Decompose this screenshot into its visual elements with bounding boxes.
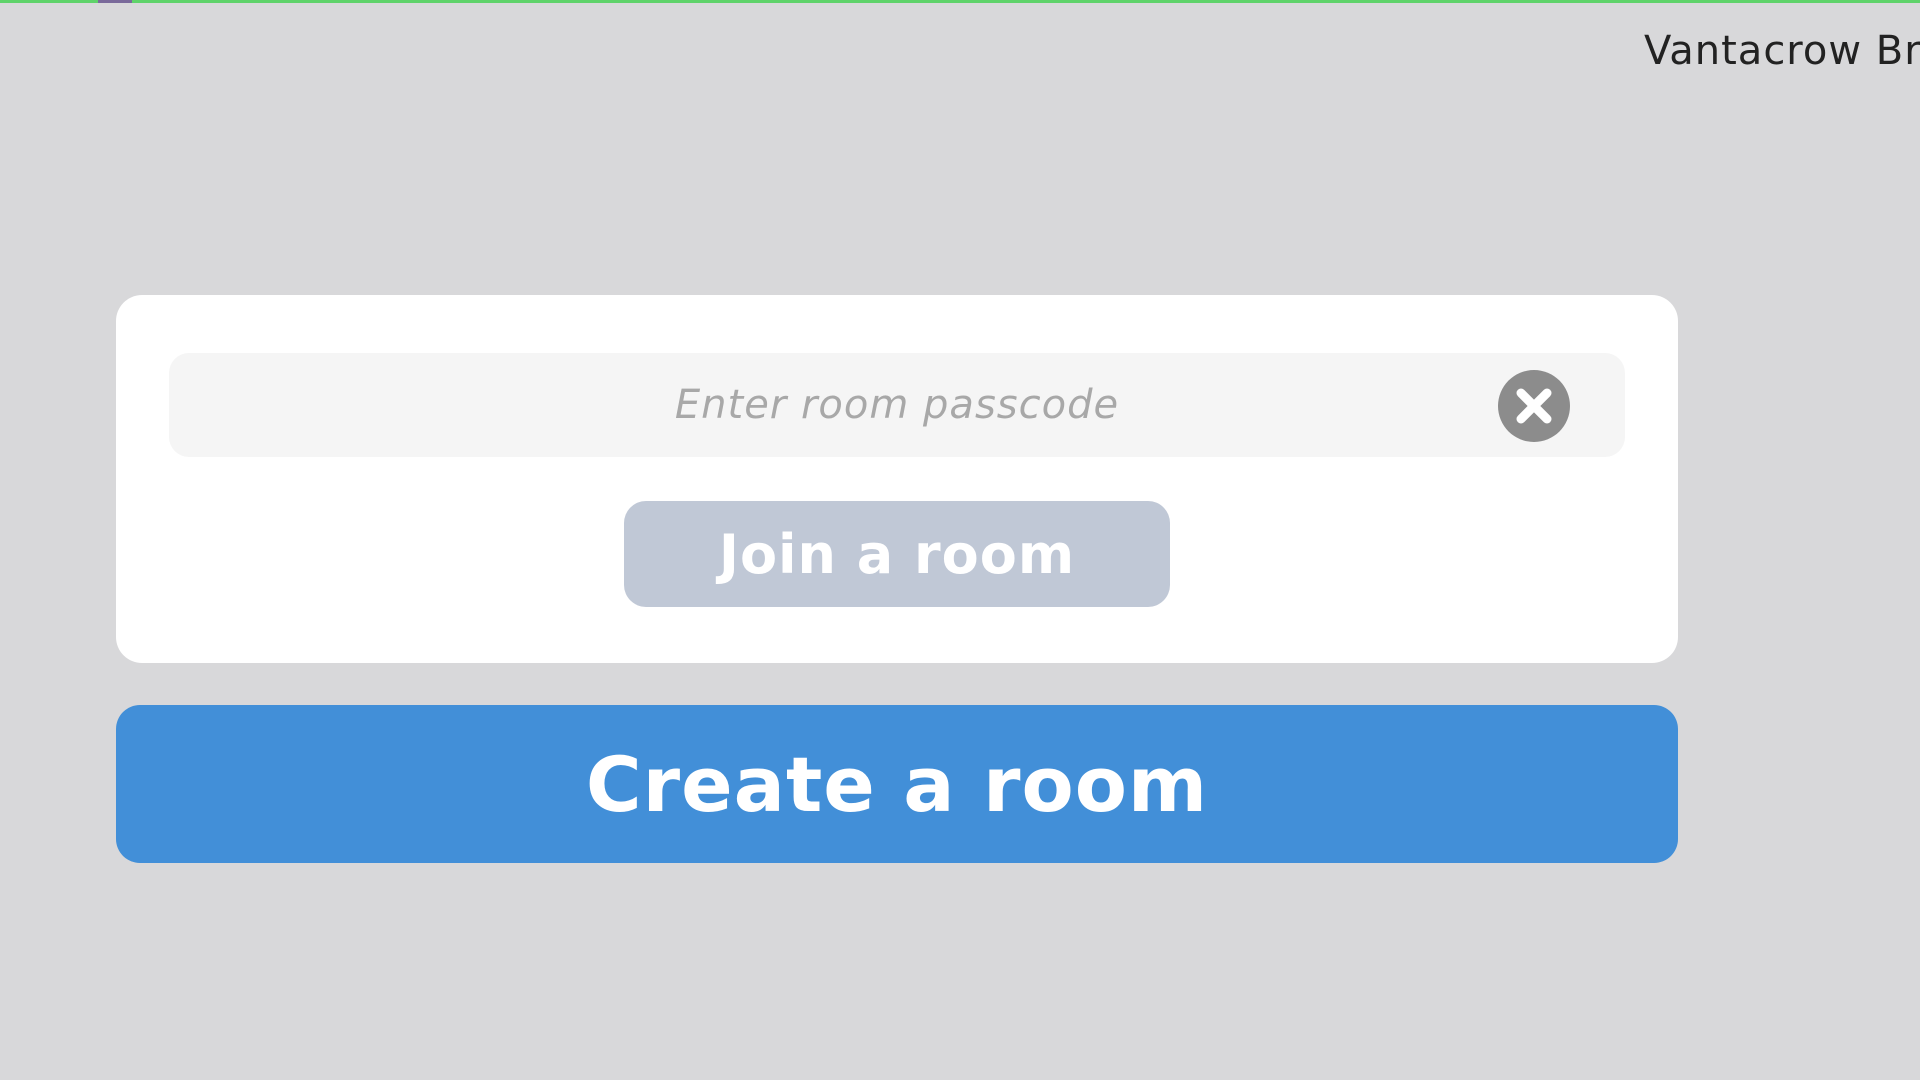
top-progress-line [0,0,1920,3]
username-label: Vantacrow Br [1644,28,1920,74]
join-room-card: Join a room [116,295,1678,663]
close-circle-icon [1516,388,1552,424]
create-room-button[interactable]: Create a room [116,705,1678,863]
join-room-label: Join a room [718,522,1076,586]
clear-passcode-button[interactable] [1498,370,1570,442]
create-room-label: Create a room [585,739,1209,829]
top-line-marker [98,0,132,3]
passcode-field [169,353,1625,457]
join-room-button[interactable]: Join a room [624,501,1170,607]
passcode-input[interactable] [169,353,1625,457]
